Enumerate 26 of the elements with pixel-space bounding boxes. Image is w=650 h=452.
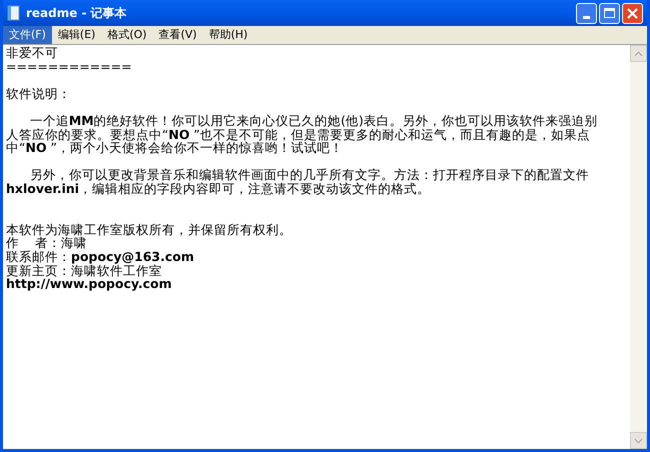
text-line: 中“NO ”，两个小天使将会给你不一样的惊喜哟！试试吧！	[6, 140, 344, 156]
text-line: 非爱不可	[6, 45, 58, 60]
close-button[interactable]	[622, 2, 643, 24]
text-line: 更新主页：海啸软件工作室	[6, 262, 162, 278]
minimize-icon	[583, 16, 590, 18]
notepad-icon	[7, 5, 21, 21]
maximize-icon	[604, 8, 615, 18]
text-line: 软件说明：	[6, 86, 71, 101]
text-line: 人答应你的要求。要想点中“NO ”也不是不可能，但是需要更多的耐心和运气，而且有趣的是，如果点	[6, 126, 590, 142]
menu-item[interactable]: 格式(O)	[101, 26, 153, 44]
text-line: 一个追MM的绝好软件！你可以用它来向心仪已久的她(他)表白。另外，你也可以用该软件来强迫别	[28, 112, 598, 128]
menu-item[interactable]: 帮助(H)	[202, 26, 254, 44]
close-icon	[627, 8, 638, 18]
menu-item[interactable]: 编辑(E)	[52, 26, 102, 44]
text-line: 本软件为海啸工作室版权所有，并保留所有权利。	[6, 222, 292, 237]
menu-item[interactable]: 文件(F)	[3, 26, 52, 44]
text-line: http://www.popocy.com	[6, 276, 172, 292]
maximize-button[interactable]	[599, 2, 620, 24]
text-line: 另外，你可以更改背景音乐和编辑软件画面中的几乎所有文字。方法：打开程序目录下的配置文件	[28, 167, 589, 182]
text-line: 联系邮件：popocy@163.com	[6, 248, 194, 264]
window-title: readme - 记事本	[26, 5, 128, 22]
text-line: hxlover.ini，编辑相应的字段内容即可，注意请不要改动该文件的格式。	[6, 180, 430, 196]
minimize-button[interactable]	[576, 2, 597, 24]
text-line: ============	[6, 58, 132, 74]
menu-item[interactable]: 查看(V)	[152, 26, 203, 44]
text-line: 作 者：海啸	[6, 235, 87, 250]
